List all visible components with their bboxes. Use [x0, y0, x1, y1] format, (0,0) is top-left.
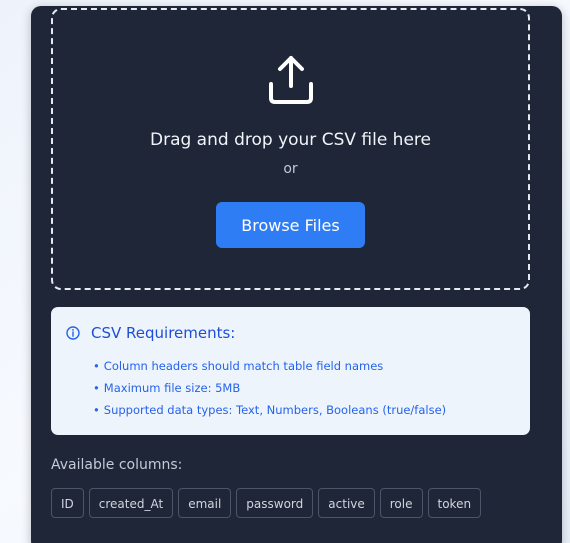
dropzone-or-text: or: [283, 161, 298, 177]
dropzone-title: Drag and drop your CSV file here: [149, 130, 431, 150]
column-chip-password: password: [236, 488, 314, 518]
column-chip-id: ID: [51, 488, 84, 518]
column-chip-created-at: created_At: [88, 488, 174, 518]
requirement-item: • Supported data types: Text, Numbers, Bo…: [93, 403, 447, 417]
file-dropzone[interactable]: Drag and drop your CSV file here or Brow…: [51, 8, 530, 290]
requirement-item-text: Supported data types: Text, Numbers, Boo…: [103, 403, 447, 417]
csv-requirements-header: CSV Requirements:: [66, 324, 235, 342]
csv-requirements-list: • Column headers should match table field…: [93, 355, 446, 421]
column-chip-active: active: [318, 488, 375, 518]
requirement-item: • Maximum file size: 5MB: [93, 381, 241, 395]
csv-requirements-title: CSV Requirements:: [91, 324, 236, 342]
requirement-item-text: Maximum file size: 5MB: [103, 381, 241, 395]
column-chip-token: token: [427, 488, 482, 518]
browse-files-button[interactable]: Browse Files: [216, 202, 365, 248]
available-columns-label: Available columns:: [51, 457, 183, 473]
column-chip-role: role: [379, 488, 423, 518]
info-icon: [66, 326, 80, 340]
column-chip-email: email: [178, 488, 232, 518]
csv-import-panel: Drag and drop your CSV file here or Brow…: [31, 6, 562, 543]
available-columns-list: ID created_At email password active role…: [51, 488, 486, 518]
requirement-item: • Column headers should match table field…: [93, 359, 384, 373]
csv-requirements-box: CSV Requirements: • Column headers should…: [51, 307, 530, 435]
requirement-item-text: Column headers should match table field …: [103, 359, 384, 373]
upload-icon: [269, 56, 313, 104]
